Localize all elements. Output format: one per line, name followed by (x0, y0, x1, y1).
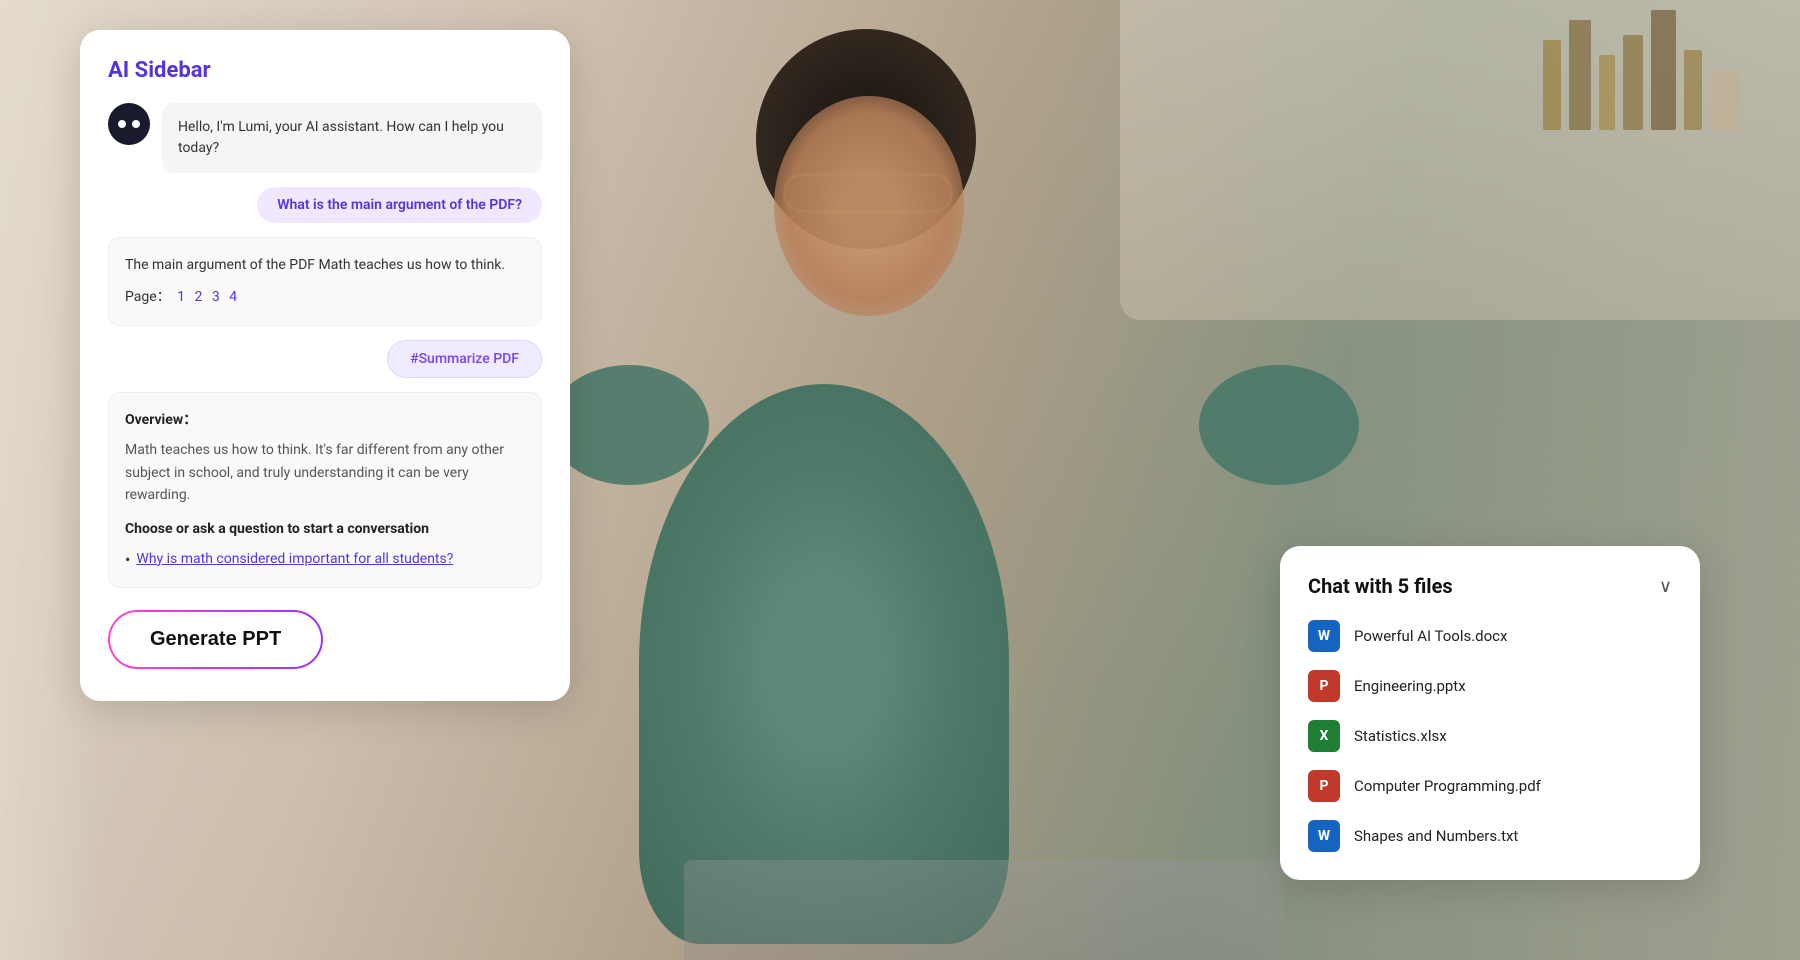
ai-response-bubble: The main argument of the PDF Math teache… (108, 237, 542, 326)
word-file-icon: W (1308, 620, 1340, 652)
page-label: Page： (125, 289, 171, 305)
ai-avatar (108, 103, 150, 145)
person-silhouette (504, 0, 1404, 960)
page-ref-4[interactable]: 4 (229, 289, 237, 305)
chat-files-card: Chat with 5 files ∨ W Powerful AI Tools.… (1280, 546, 1700, 880)
page-ref-3[interactable]: 3 (212, 289, 220, 305)
file-name-5: Shapes and Numbers.txt (1354, 827, 1518, 845)
list-item[interactable]: X Statistics.xlsx (1308, 720, 1672, 752)
laptop-surface (684, 860, 1284, 960)
user-question-bubble[interactable]: What is the main argument of the PDF? (257, 187, 542, 223)
overview-description: Math teaches us how to think. It's far d… (125, 439, 525, 506)
file-name-1: Powerful AI Tools.docx (1354, 627, 1507, 645)
generate-ppt-button[interactable]: Generate PPT (108, 610, 323, 669)
ai-sidebar-title: AI Sidebar (108, 58, 542, 83)
ai-sidebar-card: AI Sidebar Hello, I'm Lumi, your AI assi… (80, 30, 570, 701)
list-item[interactable]: W Powerful AI Tools.docx (1308, 620, 1672, 652)
file-name-4: Computer Programming.pdf (1354, 777, 1541, 795)
question-link-anchor[interactable]: Why is math considered important for all… (136, 549, 453, 570)
list-item[interactable]: P Engineering.pptx (1308, 670, 1672, 702)
chat-files-header: Chat with 5 files ∨ (1308, 574, 1672, 598)
ai-eye-right (132, 120, 140, 128)
file-name-2: Engineering.pptx (1354, 677, 1466, 695)
pdf-file-icon: P (1308, 770, 1340, 802)
ai-answer-text: The main argument of the PDF Math teache… (125, 257, 505, 273)
question-link-item: Why is math considered important for all… (125, 549, 525, 571)
ppt-file-icon: P (1308, 670, 1340, 702)
bookshelf-items (1543, 10, 1740, 130)
file-list: W Powerful AI Tools.docx P Engineering.p… (1308, 620, 1672, 852)
chevron-down-icon[interactable]: ∨ (1659, 576, 1672, 597)
chat-files-title: Chat with 5 files (1308, 574, 1453, 598)
list-item[interactable]: W Shapes and Numbers.txt (1308, 820, 1672, 852)
choose-label: Choose or ask a question to start a conv… (125, 518, 525, 540)
list-item[interactable]: P Computer Programming.pdf (1308, 770, 1672, 802)
txt-file-icon: W (1308, 820, 1340, 852)
page-ref-2[interactable]: 2 (195, 289, 203, 305)
excel-file-icon: X (1308, 720, 1340, 752)
page-ref-1[interactable]: 1 (177, 289, 185, 305)
ai-eye-left (118, 120, 126, 128)
ai-greeting-bubble: Hello, I'm Lumi, your AI assistant. How … (162, 103, 542, 173)
summarize-tag[interactable]: #Summarize PDF (387, 340, 542, 378)
overview-box: Overview： Math teaches us how to think. … (108, 392, 542, 588)
chat-area: Hello, I'm Lumi, your AI assistant. How … (108, 103, 542, 588)
ai-avatar-eyes (118, 120, 140, 128)
file-name-3: Statistics.xlsx (1354, 727, 1447, 745)
ai-greeting-message: Hello, I'm Lumi, your AI assistant. How … (108, 103, 542, 173)
overview-title: Overview： (125, 409, 525, 431)
page-references: Page： 1 2 3 4 (125, 286, 525, 308)
